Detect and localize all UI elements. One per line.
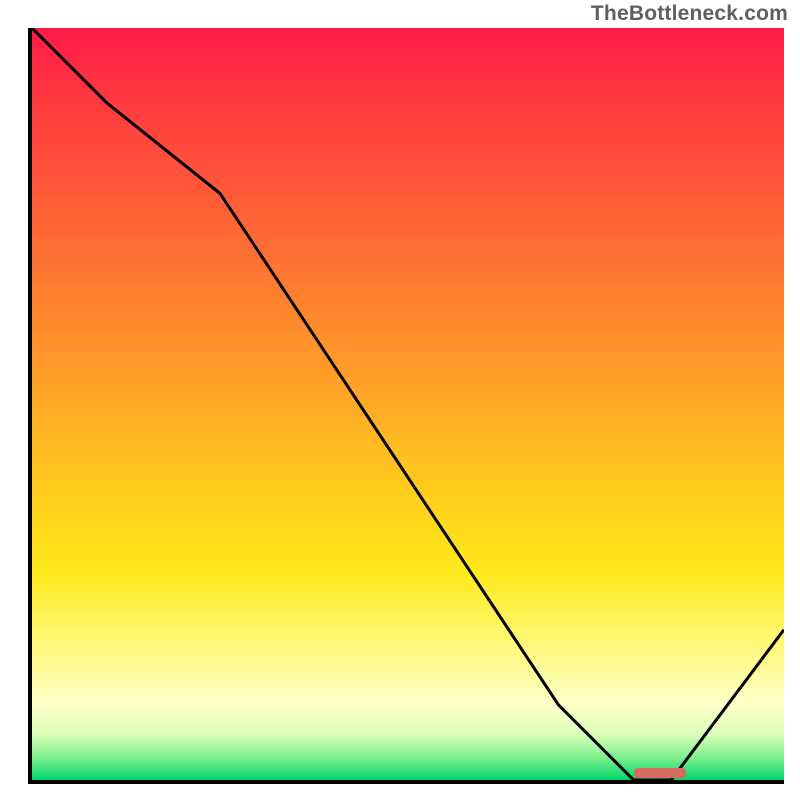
attribution-label: TheBottleneck.com <box>591 2 788 26</box>
bottleneck-curve <box>32 28 784 780</box>
plot-axes <box>28 28 784 784</box>
curve-path <box>32 28 784 780</box>
optimal-range-marker <box>634 768 687 778</box>
chart-container: TheBottleneck.com <box>0 0 800 800</box>
